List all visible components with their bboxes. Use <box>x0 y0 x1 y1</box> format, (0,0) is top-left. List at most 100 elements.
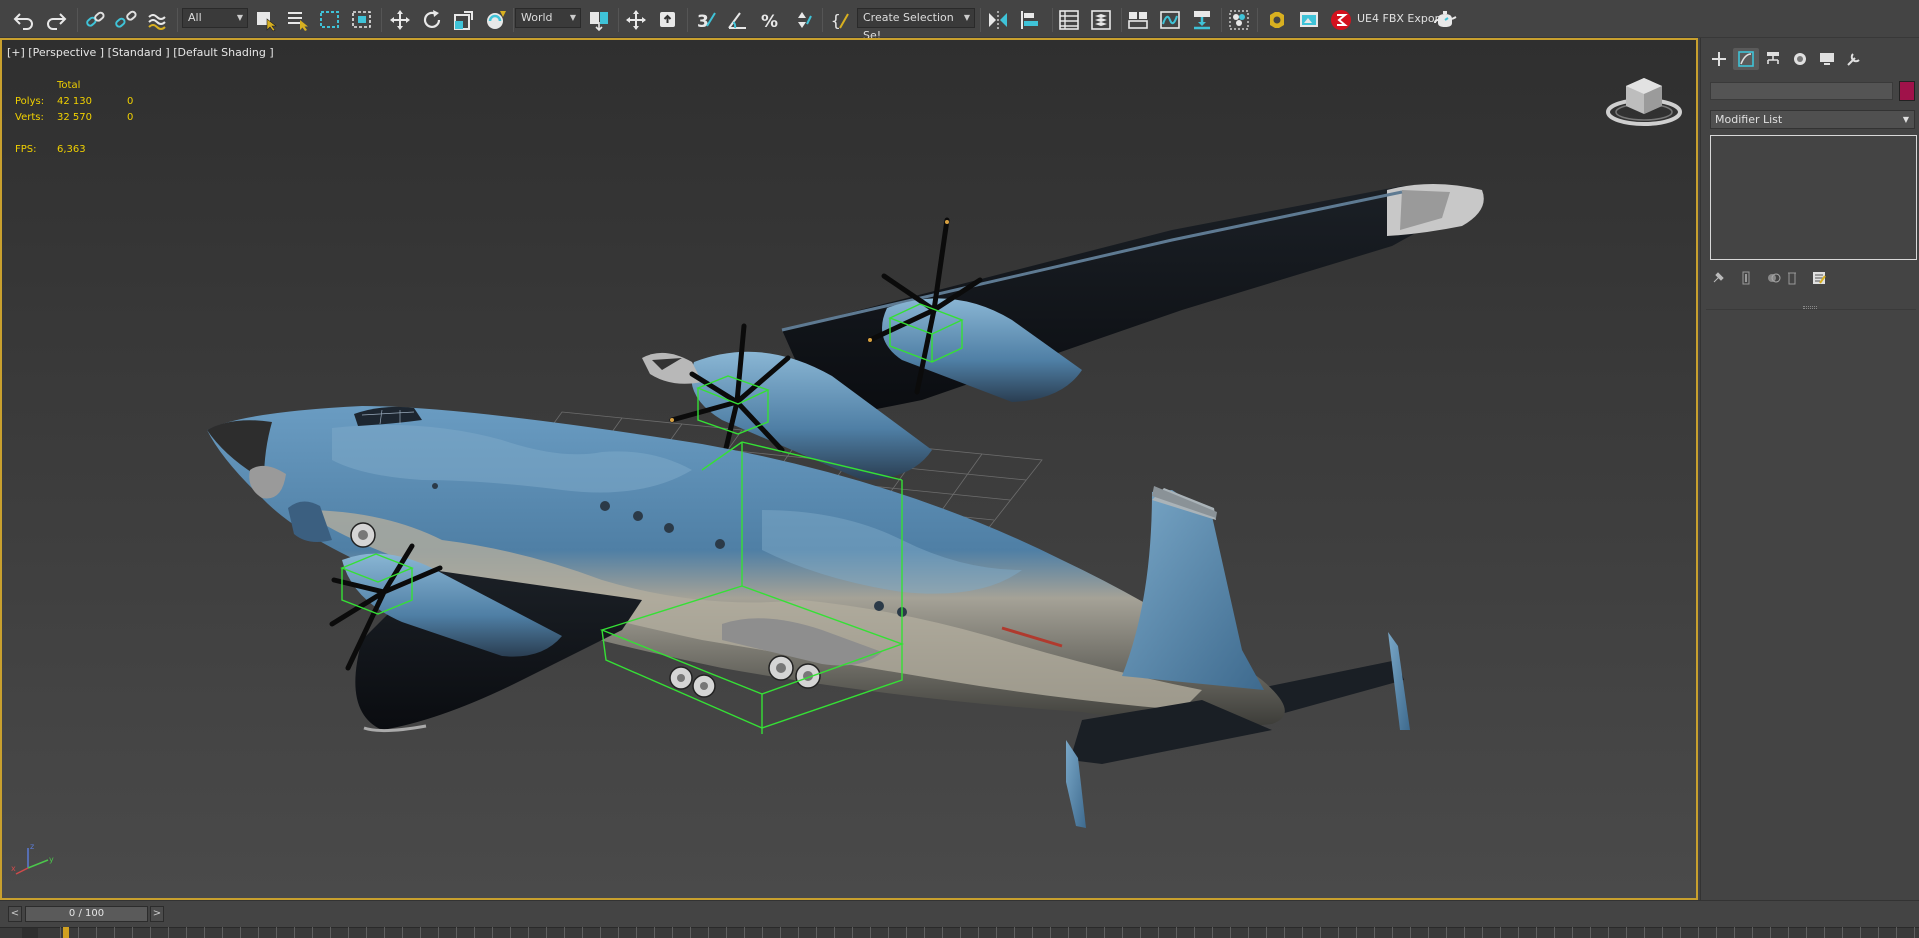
toolbar-separator <box>77 8 78 32</box>
pivot-icon[interactable] <box>585 6 613 34</box>
fps-value: 6,363 <box>57 144 86 155</box>
perspective-viewport[interactable]: [+] [Perspective ] [Standard ] [Default … <box>0 38 1698 900</box>
viewport-label-menu[interactable]: [+] [Perspective ] [Standard ] [Default … <box>7 46 274 59</box>
svg-text:x: x <box>11 864 16 873</box>
polys-selected: 0 <box>127 96 134 107</box>
rendered-frame-window-icon[interactable] <box>1295 6 1323 34</box>
axis-tripod-icon: z y x <box>11 842 54 875</box>
current-frame-marker[interactable] <box>63 927 69 938</box>
rectangular-selection-icon[interactable] <box>316 6 344 34</box>
angle-snap-icon[interactable] <box>724 6 752 34</box>
toolbar-separator <box>1221 8 1222 32</box>
polys-label: Polys: <box>15 96 45 107</box>
configure-modifier-sets-icon[interactable] <box>1810 269 1828 287</box>
make-unique-icon[interactable] <box>1765 269 1783 287</box>
placement-icon[interactable] <box>482 6 510 34</box>
window-crossing-icon[interactable] <box>348 6 376 34</box>
edit-named-selection-icon[interactable]: { <box>827 6 855 34</box>
unlink-icon[interactable] <box>112 6 140 34</box>
keyboard-shortcut-override-icon[interactable] <box>654 6 682 34</box>
verts-selected: 0 <box>127 112 134 123</box>
modifier-list-dropdown[interactable]: Modifier List ▼ <box>1710 110 1915 129</box>
svg-text:z: z <box>30 842 34 851</box>
teapot-render-icon[interactable] <box>1431 6 1459 34</box>
coord-system-value: World <box>521 11 553 24</box>
hierarchy-tab[interactable] <box>1760 48 1786 70</box>
reference-coordinate-system-dropdown[interactable]: World ▼ <box>515 8 581 28</box>
viewport-statistics: Total Polys: 42 130 0 Verts: 32 570 0 FP… <box>15 78 165 158</box>
chevron-down-icon: ▼ <box>236 13 243 22</box>
remove-modifier-icon[interactable] <box>1783 269 1801 287</box>
modifier-list-label: Modifier List <box>1715 113 1783 126</box>
time-slider-bar: < 0 / 100 > <box>0 900 1919 938</box>
svg-text:y: y <box>49 855 54 864</box>
ue4-fbx-export-label[interactable]: UE4 FBX Expor <box>1357 12 1439 25</box>
toolbar-separator <box>1121 8 1122 32</box>
svg-text:3: 3 <box>697 12 709 32</box>
svg-text:%: % <box>761 12 778 32</box>
align-icon[interactable] <box>1016 6 1044 34</box>
undo-icon[interactable] <box>10 6 38 34</box>
curve-editor-icon[interactable] <box>1156 6 1184 34</box>
selection-filter-dropdown[interactable]: All ▼ <box>182 8 248 28</box>
time-slider[interactable]: 0 / 100 <box>25 906 148 922</box>
material-editor-icon[interactable] <box>1225 6 1253 34</box>
object-color-swatch[interactable] <box>1899 81 1915 101</box>
main-toolbar: All ▼ World ▼ 3 % {Create Selection Se!… <box>0 0 1919 42</box>
toolbar-separator <box>822 8 823 32</box>
modify-tab[interactable] <box>1733 48 1759 70</box>
next-frame-button[interactable]: > <box>150 906 164 922</box>
layer-explorer-icon[interactable] <box>1087 6 1115 34</box>
toggle-ribbon-icon[interactable] <box>1124 6 1152 34</box>
verts-label: Verts: <box>15 112 44 123</box>
toolbar-separator <box>1257 8 1258 32</box>
modifier-stack-list[interactable] <box>1710 135 1917 260</box>
pin-stack-icon[interactable] <box>1709 269 1727 287</box>
percent-snap-icon[interactable]: % <box>756 6 784 34</box>
toolbar-separator <box>687 8 688 32</box>
fps-label: FPS: <box>15 144 37 155</box>
schematic-view-icon[interactable] <box>1188 6 1216 34</box>
toolbar-separator <box>177 8 178 32</box>
scale-icon[interactable] <box>450 6 478 34</box>
render-setup-icon[interactable] <box>1263 6 1291 34</box>
viewcube-icon[interactable] <box>1602 70 1686 132</box>
app-window: All ▼ World ▼ 3 % {Create Selection Se!… <box>0 0 1919 938</box>
track-bar-menu[interactable] <box>22 928 38 938</box>
aircraft-model[interactable] <box>2 40 1698 900</box>
spinner-snap-icon[interactable] <box>788 6 816 34</box>
snap-toggle-icon[interactable]: 3 <box>692 6 720 34</box>
track-bar-ticks <box>60 927 1919 938</box>
previous-frame-button[interactable]: < <box>8 906 22 922</box>
scene-explorer-icon[interactable] <box>1055 6 1083 34</box>
rotate-icon[interactable] <box>418 6 446 34</box>
object-name-input[interactable] <box>1710 82 1893 100</box>
ue4-fbx-export-icon[interactable] <box>1327 6 1355 34</box>
display-tab[interactable] <box>1814 48 1840 70</box>
toolbar-separator <box>980 8 981 32</box>
bind-space-warp-icon[interactable] <box>144 6 172 34</box>
redo-icon[interactable] <box>42 6 70 34</box>
panel-divider <box>1706 309 1916 310</box>
show-end-result-icon[interactable] <box>1737 269 1755 287</box>
selection-filter-value: All <box>188 11 202 24</box>
utilities-tab[interactable] <box>1841 48 1867 70</box>
toolbar-separator <box>513 8 514 32</box>
select-by-name-icon[interactable] <box>284 6 312 34</box>
polys-total: 42 130 <box>57 96 92 107</box>
mirror-icon[interactable] <box>984 6 1012 34</box>
toolbar-separator <box>1052 8 1053 32</box>
motion-tab[interactable] <box>1787 48 1813 70</box>
verts-total: 32 570 <box>57 112 92 123</box>
move-icon[interactable] <box>386 6 414 34</box>
select-and-manipulate-icon[interactable] <box>622 6 650 34</box>
named-selection-sets-dropdown[interactable]: Create Selection Se! ▼ <box>857 8 975 42</box>
command-panel: Modifier List ▼ <box>1700 38 1919 900</box>
svg-text:{: { <box>831 11 841 30</box>
link-icon[interactable] <box>82 6 110 34</box>
chevron-down-icon: ▼ <box>1902 115 1909 124</box>
toolbar-separator <box>381 8 382 32</box>
select-object-icon[interactable] <box>252 6 280 34</box>
toolbar-separator <box>618 8 619 32</box>
create-tab[interactable] <box>1706 48 1732 70</box>
